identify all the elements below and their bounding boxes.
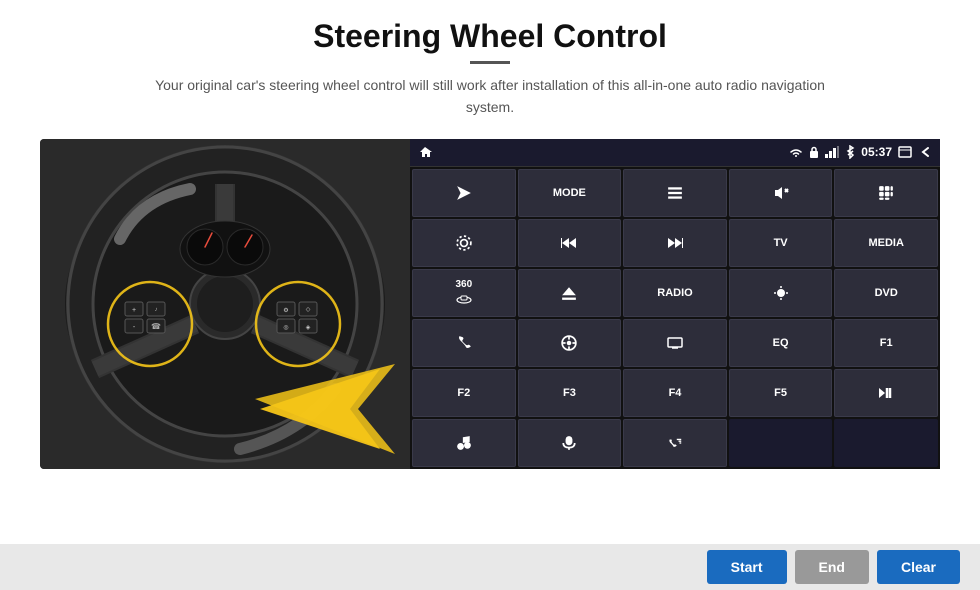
signal-status-icon (825, 146, 839, 158)
bottom-action-bar: Start End Clear (0, 544, 980, 590)
control-panel: 05:37 MODE (410, 139, 940, 469)
svg-text:♪: ♪ (155, 307, 158, 313)
btn-f1[interactable]: F1 (834, 319, 938, 367)
btn-send[interactable] (412, 169, 516, 217)
btn-radio[interactable]: RADIO (623, 269, 727, 317)
btn-eject[interactable] (518, 269, 622, 317)
btn-media[interactable]: MEDIA (834, 219, 938, 267)
btn-screen[interactable] (623, 319, 727, 367)
svg-text:☎: ☎ (151, 322, 161, 331)
svg-text:◎: ◎ (283, 325, 288, 331)
start-button[interactable]: Start (707, 550, 787, 584)
btn-mode[interactable]: MODE (518, 169, 622, 217)
back-status-icon (918, 146, 932, 158)
btn-brightness[interactable] (729, 269, 833, 317)
btn-nav[interactable] (518, 319, 622, 367)
status-bar-right: 05:37 (789, 145, 932, 159)
steering-wheel-image: + - ♪ ☎ ⚙ ◎ ◇ ◈ (40, 139, 410, 469)
btn-call[interactable] (623, 419, 727, 467)
button-grid: MODE (410, 167, 940, 469)
subtitle: Your original car's steering wheel contr… (150, 74, 830, 119)
bluetooth-status-icon (845, 145, 855, 159)
btn-forward[interactable] (623, 219, 727, 267)
btn-mute[interactable] (729, 169, 833, 217)
status-bar: 05:37 (410, 139, 940, 167)
home-icon (418, 145, 432, 159)
svg-text:+: + (132, 307, 136, 314)
btn-rewind[interactable] (518, 219, 622, 267)
content-area: + - ♪ ☎ ⚙ ◎ ◇ ◈ (40, 139, 940, 469)
svg-text:◈: ◈ (306, 325, 311, 331)
title-divider (470, 61, 510, 64)
lock-status-icon (809, 146, 819, 158)
btn-empty2 (834, 419, 938, 467)
btn-f5[interactable]: F5 (729, 369, 833, 417)
btn-music[interactable] (412, 419, 516, 467)
btn-f3[interactable]: F3 (518, 369, 622, 417)
btn-phone[interactable] (412, 319, 516, 367)
svg-text:◇: ◇ (306, 307, 311, 313)
status-bar-left (418, 145, 432, 159)
status-time: 05:37 (861, 145, 892, 159)
page-title: Steering Wheel Control (150, 18, 830, 55)
title-section: Steering Wheel Control Your original car… (150, 18, 830, 119)
btn-f2[interactable]: F2 (412, 369, 516, 417)
page-container: Steering Wheel Control Your original car… (0, 0, 980, 544)
btn-list[interactable] (623, 169, 727, 217)
btn-f4[interactable]: F4 (623, 369, 727, 417)
btn-360[interactable]: 360 (412, 269, 516, 317)
clear-button[interactable]: Clear (877, 550, 960, 584)
window-status-icon (898, 146, 912, 158)
btn-tv[interactable]: TV (729, 219, 833, 267)
btn-playpause[interactable] (834, 369, 938, 417)
btn-eq[interactable]: EQ (729, 319, 833, 367)
btn-dvd[interactable]: DVD (834, 269, 938, 317)
btn-grid[interactable] (834, 169, 938, 217)
svg-text:⚙: ⚙ (283, 307, 288, 314)
end-button[interactable]: End (795, 550, 869, 584)
btn-settings[interactable] (412, 219, 516, 267)
btn-empty1 (729, 419, 833, 467)
btn-mic[interactable] (518, 419, 622, 467)
wifi-status-icon (789, 146, 803, 158)
